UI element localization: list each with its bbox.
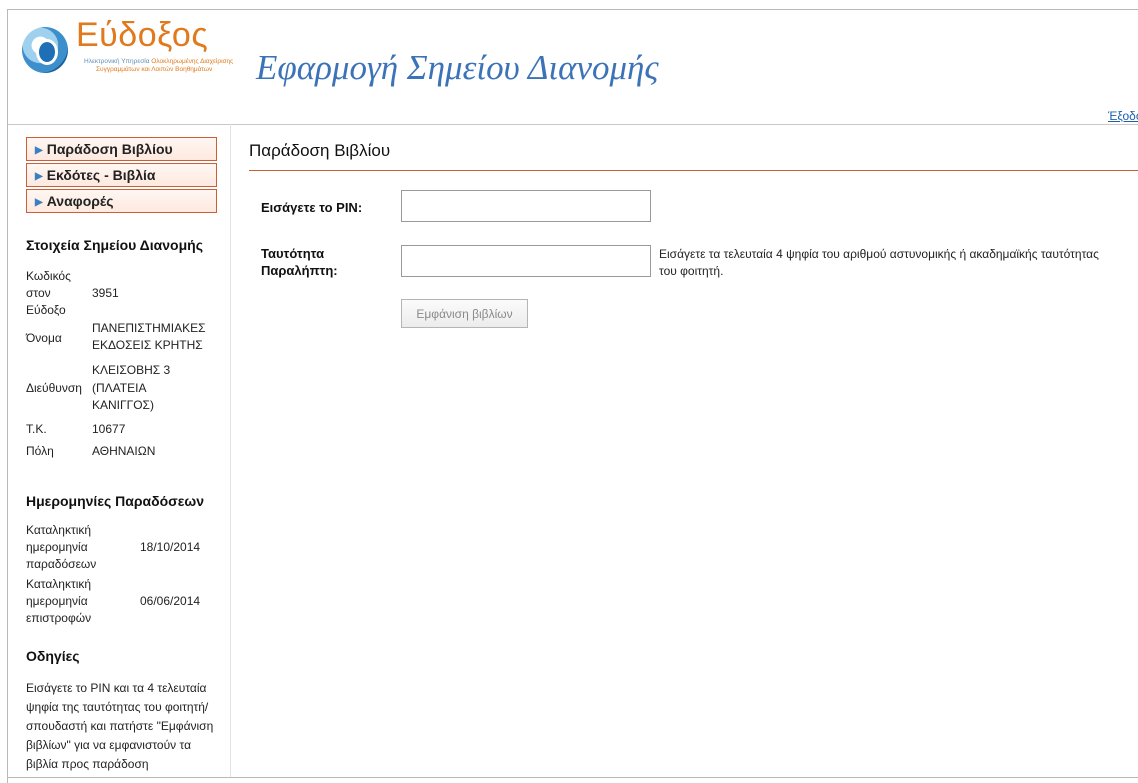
code-label: στον [26,286,51,300]
return-deadline-label: επιστροφών [26,611,92,625]
address-value: (ΠΛΑΤΕΙΑ [92,381,147,395]
sidebar-divider [230,124,231,778]
code-label: Εύδοξο [26,303,66,317]
title-divider [249,170,1138,171]
instructions-text: Εισάγετε το PIN και τα 4 τελευταία ψηφία… [26,681,214,771]
city-value: ΑΘΗΝΑΙΩΝ [92,444,156,458]
name-label: Όνομα [26,331,62,345]
address-value: ΚΛΕΙΣΟΒΗΣ 3 [92,363,171,377]
logo-subtitle-line2: Συγγραμμάτων και Λοιπών Βοηθημάτων [96,66,213,73]
instructions-heading: Οδηγίες [26,648,80,664]
return-deadline-label: Καταληκτική [26,577,92,591]
delivery-deadline-label: ημερομηνία [26,540,88,554]
app-frame: Εύδοξος Ηλεκτρονική Υπηρεσία Ολοκληρωμέν… [7,9,1138,783]
delivery-deadline-value: 18/10/2014 [140,540,201,554]
address-label: Διεύθυνση [26,381,82,395]
zip-label: Τ.Κ. [26,422,47,436]
address-value: ΚΑΝΙΓΓΟΣ) [92,398,154,412]
name-value: ΠΑΝΕΠΙΣΤΗΜΙΑΚΕΣ [92,321,206,335]
menu-item-reports[interactable]: ▶ Αναφορές [26,189,217,213]
arrow-right-icon: ▶ [35,197,43,208]
city-label: Πόλη [26,444,54,458]
recipient-id-input[interactable] [401,245,651,277]
logo-emblem-icon [22,27,68,73]
app-title: Εφαρμογή Σημείου Διανομής [256,48,659,87]
logo-subtitle-line1: Ηλεκτρονική Υπηρεσία Ολοκληρωμένης Διαχε… [84,58,234,65]
return-deadline-label: ημερομηνία [26,594,88,608]
name-value: ΕΚΔΟΣΕΙΣ ΚΡΗΤΗΣ [92,338,203,352]
menu-item-book-delivery[interactable]: ▶ Παράδοση Βιβλίου [26,137,217,161]
recipient-id-label: Ταυτότητα Παραλήπτη: [261,246,338,278]
menu-item-publishers-books[interactable]: ▶ Εκδότες - Βιβλία [26,163,217,187]
pin-input[interactable] [401,190,651,222]
header-divider [8,124,1138,125]
code-label: Κωδικός [26,269,71,283]
header: Εύδοξος Ηλεκτρονική Υπηρεσία Ολοκληρωμέν… [8,10,1138,123]
arrow-right-icon: ▶ [35,145,43,156]
code-value: 3951 [92,286,119,300]
zip-value: 10677 [92,422,126,436]
page-title: Παράδοση Βιβλίου [249,141,391,160]
return-deadline-value: 06/06/2014 [140,594,201,608]
logout-link[interactable]: Έξοδο [1108,109,1138,123]
delivery-deadline-label: Καταληκτική [26,523,92,537]
delivery-deadline-label: παραδόσεων [26,557,97,571]
delivery-dates-info: Καταληκτική ημερομηνία παραδόσεων 18/10/… [26,522,226,642]
distribution-point-info: Κωδικός στον Εύδοξο 3951 Όνομα ΠΑΝΕΠΙΣΤΗ… [26,268,226,468]
delivery-dates-heading: Ημερομηνίες Παραδόσεων [26,493,205,509]
pin-label: Εισάγετε το PIN: [261,200,363,215]
show-books-button[interactable]: Εμφάνιση βιβλίων [401,299,528,328]
distribution-point-heading: Στοιχεία Σημείου Διανομής [26,237,203,253]
logo-title: Εύδοξος [76,16,209,54]
eudoxus-logo[interactable]: Εύδοξος Ηλεκτρονική Υπηρεσία Ολοκληρωμέν… [22,16,242,80]
arrow-right-icon: ▶ [35,171,43,182]
content-bottom-border [8,777,1138,778]
recipient-id-help: Εισάγετε τα τελευταία 4 ψηφία του αριθμο… [659,247,1099,278]
